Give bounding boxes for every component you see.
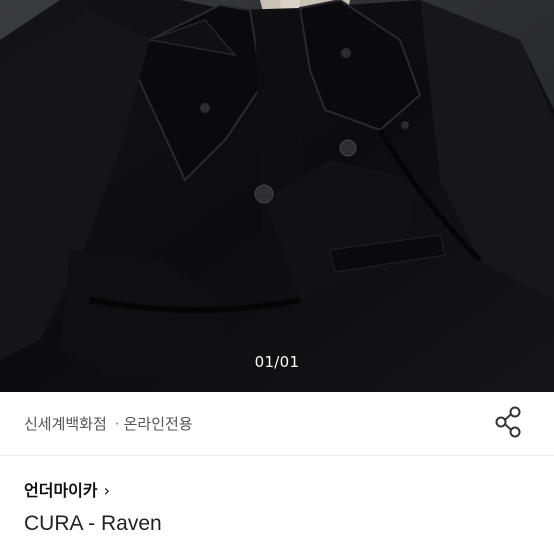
store-info-row: 신세계백화점 · 온라인전용 (0, 392, 554, 456)
store-label: 신세계백화점 · 온라인전용 (24, 413, 193, 434)
department-store-name: 신세계백화점 (24, 415, 107, 433)
brand-name: 언더마이카 (24, 481, 98, 500)
product-title: CURA - Raven (24, 512, 162, 535)
product-image-gallery[interactable]: 01/01 (0, 0, 554, 392)
brand-link[interactable]: 언더마이카 › (24, 477, 110, 501)
separator-dot: · (114, 415, 120, 433)
page-indicator: 01/01 (254, 353, 300, 371)
chevron-right-icon: › (103, 481, 111, 500)
product-photo (0, 0, 554, 392)
share-icon (495, 406, 521, 438)
channel-label: 온라인전용 (123, 415, 193, 433)
share-button[interactable] (494, 406, 524, 438)
